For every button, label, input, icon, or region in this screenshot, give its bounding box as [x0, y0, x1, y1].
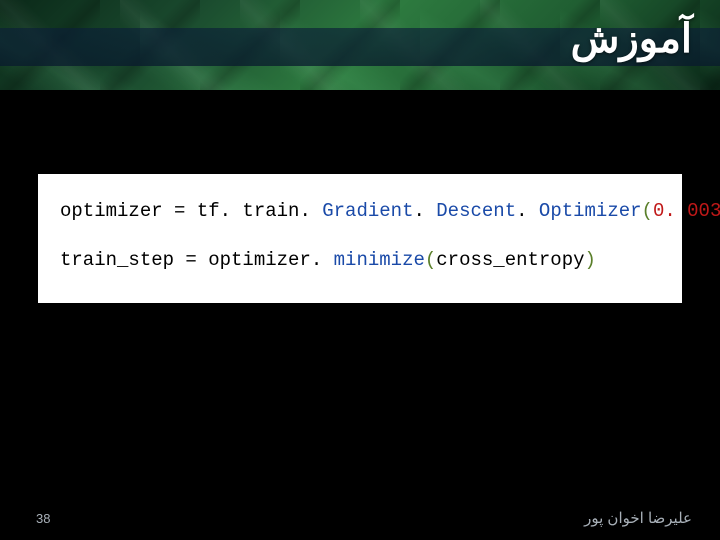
code-func: Gradient — [322, 200, 413, 222]
code-func: minimize — [334, 249, 425, 271]
code-line-1: optimizer = tf. train. Gradient. Descent… — [60, 198, 660, 225]
code-arg: cross_entropy — [436, 249, 584, 271]
code-paren: ) — [585, 249, 596, 271]
slide-header: آﻣﻮﺯﺵ — [0, 0, 720, 90]
slide-body: optimizer = tf. train. Gradient. Descent… — [0, 90, 720, 540]
code-text: . — [516, 200, 539, 222]
code-text: . — [413, 200, 436, 222]
code-paren: ( — [642, 200, 653, 222]
code-func: Descent — [436, 200, 516, 222]
code-paren: ( — [425, 249, 436, 271]
author-name: ﻋﻠﯿﺮﺿﺎ ﺍﺧﻮﺍﻥ ﭘﻮﺭ — [584, 509, 692, 527]
slide-footer: 38 ﻋﻠﯿﺮﺿﺎ ﺍﺧﻮﺍﻥ ﭘﻮﺭ — [0, 496, 720, 540]
code-line-2: train_step = optimizer. minimize(cross_e… — [60, 247, 660, 274]
code-number: 0. 003 — [653, 200, 720, 222]
code-text: optimizer = tf. train. — [60, 200, 322, 222]
code-text: train_step = optimizer. — [60, 249, 334, 271]
page-number: 38 — [36, 511, 50, 526]
code-func: Optimizer — [539, 200, 642, 222]
code-block: optimizer = tf. train. Gradient. Descent… — [38, 174, 682, 303]
slide: آﻣﻮﺯﺵ optimizer = tf. train. Gradient. D… — [0, 0, 720, 540]
slide-title: آﻣﻮﺯﺵ — [571, 16, 692, 62]
